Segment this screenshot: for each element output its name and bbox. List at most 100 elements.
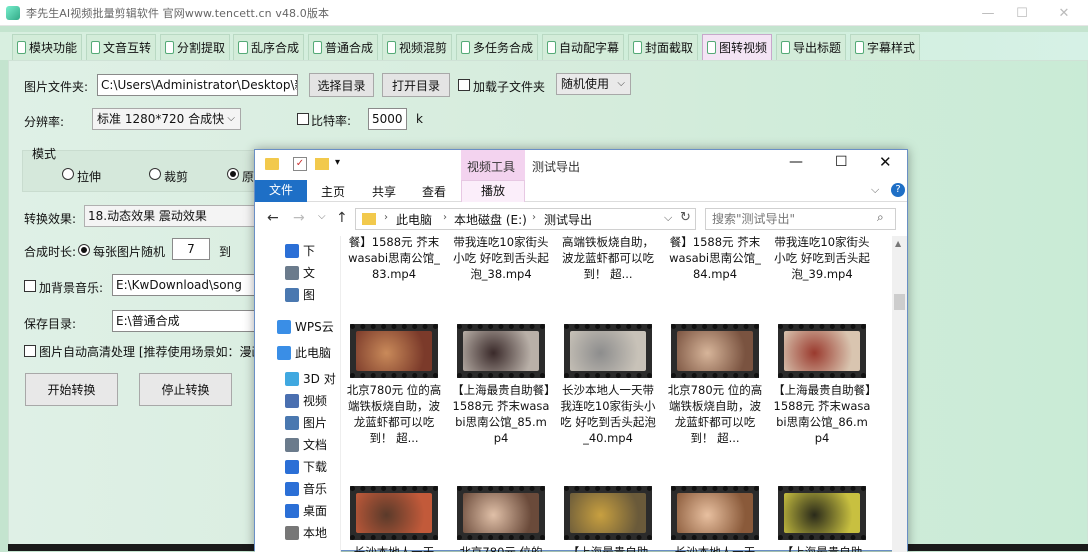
nav-item[interactable]: 下 xyxy=(285,242,315,259)
tab-2[interactable]: 文音互转 xyxy=(86,34,156,60)
nav-item[interactable]: 3D 对 xyxy=(285,370,336,387)
random-use-value: 随机使用 xyxy=(561,77,610,91)
ribbon-tab-home[interactable]: 主页 xyxy=(321,183,345,200)
nav-item[interactable]: 本地 xyxy=(285,524,327,541)
tab-5[interactable]: 普通合成 xyxy=(308,34,378,60)
new-folder-icon[interactable] xyxy=(315,158,329,170)
load-subfolder-checkbox[interactable] xyxy=(458,79,470,91)
ribbon-tab-file[interactable]: 文件 xyxy=(255,180,307,202)
explorer-title: 测试导出 xyxy=(532,160,581,174)
mode-crop-label: 裁剪 xyxy=(164,170,189,184)
help-icon[interactable]: ? xyxy=(891,183,905,197)
duration-from-input[interactable]: 7 xyxy=(172,238,210,260)
thumbnail-image xyxy=(463,493,539,533)
file-item[interactable]: 北京780元 位的高端铁板烧自助，波龙蓝虾都可以吃到！ 超... xyxy=(666,324,764,446)
nav-item[interactable]: 下载 xyxy=(285,458,327,475)
bitrate-checkbox[interactable] xyxy=(297,113,309,125)
file-item[interactable]: 长沙本地人一天带我连吃10家街头小吃 好吃到舌头起泡_40.mp4 xyxy=(559,324,657,446)
maximize-button[interactable]: ☐ xyxy=(1002,0,1042,26)
bitrate-input[interactable]: 5000 xyxy=(368,108,407,130)
start-convert-button[interactable]: 开始转换 xyxy=(25,373,118,406)
nav-item[interactable]: 文档 xyxy=(285,436,327,453)
file-name: 长沙本地人一天带我连吃10家街头小吃 好吃到舌头起泡_40.mp4 xyxy=(560,383,656,445)
resolution-select[interactable]: 标准 1280*720 合成快 ⌵ xyxy=(92,108,241,130)
address-bar[interactable]: › 此电脑 › 本地磁盘 (E:) › 测试导出 ⌵ ↻ xyxy=(355,208,696,230)
explorer-close-button[interactable]: ✕ xyxy=(879,153,892,171)
explorer-maximize-button[interactable]: ☐ xyxy=(835,154,848,170)
recent-locations-icon[interactable]: ⌵ xyxy=(318,211,326,222)
scroll-thumb[interactable] xyxy=(894,294,905,310)
video-thumbnail xyxy=(778,324,866,378)
nav-item[interactable]: 文 xyxy=(285,264,315,281)
ribbon-collapse-icon[interactable]: ⌵ xyxy=(871,183,879,197)
random-use-select[interactable]: 随机使用 ⌵ xyxy=(556,73,631,95)
file-item[interactable]: 长沙本地人一天 xyxy=(345,486,443,552)
tab-4[interactable]: 乱序合成 xyxy=(233,34,304,60)
nav-item-label: 视频 xyxy=(303,394,328,408)
file-item[interactable]: 长沙本地人一天 xyxy=(666,486,764,552)
back-arrow-icon[interactable]: ← xyxy=(267,210,279,226)
nav-item[interactable]: WPS云 xyxy=(277,318,334,335)
breadcrumb-drive[interactable]: 本地磁盘 (E:) xyxy=(454,211,527,228)
stop-convert-button[interactable]: 停止转换 xyxy=(139,373,232,406)
bgm-input[interactable]: E:\KwDownload\song xyxy=(112,274,262,296)
mode-original-radio[interactable] xyxy=(227,168,239,180)
nav-item[interactable]: 此电脑 xyxy=(277,344,331,361)
nav-item[interactable]: 图片 xyxy=(285,414,327,431)
ribbon-tab-share[interactable]: 共享 xyxy=(372,183,396,200)
nav-item[interactable]: 桌面 xyxy=(285,502,327,519)
save-dir-input[interactable]: E:\普通合成 xyxy=(112,310,262,332)
ribbon-tab-play[interactable]: 播放 xyxy=(461,180,525,202)
ribbon-tab-view[interactable]: 查看 xyxy=(422,183,446,200)
select-dir-button[interactable]: 选择目录 xyxy=(309,73,374,97)
breadcrumb-pc[interactable]: 此电脑 xyxy=(396,211,432,228)
nav-item[interactable]: 视频 xyxy=(285,392,327,409)
tab-11[interactable]: 导出标题 xyxy=(776,34,846,60)
file-item[interactable]: 【上海最贵自助餐】1588元 芥末wasabi思南公馆_86.mp4 xyxy=(773,324,871,446)
breadcrumb-folder[interactable]: 测试导出 xyxy=(544,211,592,228)
properties-icon[interactable]: ✓ xyxy=(293,157,307,171)
file-item[interactable]: 高端铁板烧自助，波龙蓝虾都可以吃到！ 超... xyxy=(559,236,657,282)
image-folder-input[interactable]: C:\Users\Administrator\Desktop\新 xyxy=(97,74,298,96)
bgm-checkbox[interactable] xyxy=(24,280,36,292)
search-input[interactable]: 搜索"测试导出" xyxy=(705,208,896,230)
file-grid-scrollbar[interactable]: ▲ xyxy=(892,236,907,552)
effect-select[interactable]: 18.动态效果 震动效果 xyxy=(84,205,264,227)
tab-7[interactable]: 多任务合成 xyxy=(456,34,538,60)
up-arrow-icon[interactable]: ↑ xyxy=(336,210,348,226)
file-item[interactable]: 带我连吃10家街头小吃 好吃到舌头起泡_39.mp4 xyxy=(773,236,871,282)
mode-crop-radio[interactable] xyxy=(149,168,161,180)
address-dropdown-icon[interactable]: ⌵ xyxy=(664,211,672,225)
tab-6[interactable]: 视频混剪 xyxy=(382,34,452,60)
nav-item[interactable]: 图 xyxy=(285,286,315,303)
shuffle-icon xyxy=(238,41,248,54)
quick-access-dropdown-icon[interactable]: ▾ xyxy=(335,157,340,168)
forward-arrow-icon[interactable]: → xyxy=(293,210,305,226)
context-tab-label: 视频工具 xyxy=(467,160,516,174)
duration-random-radio[interactable] xyxy=(78,244,90,256)
explorer-minimize-button[interactable]: — xyxy=(789,154,803,170)
file-item[interactable]: 【上海最贵自助 xyxy=(559,486,657,552)
refresh-icon[interactable]: ↻ xyxy=(680,210,691,225)
tab-3[interactable]: 分割提取 xyxy=(160,34,230,60)
file-item[interactable]: 餐】1588元 芥末wasabi思南公馆_84.mp4 xyxy=(666,236,764,282)
save-dir-label: 保存目录: xyxy=(24,317,77,331)
auto-hd-checkbox[interactable] xyxy=(24,345,36,357)
tab-10[interactable]: 图转视频 xyxy=(702,34,772,60)
file-item[interactable]: 【上海最贵自助 xyxy=(773,486,871,552)
file-item[interactable]: 带我连吃10家街头小吃 好吃到舌头起泡_38.mp4 xyxy=(452,236,550,282)
file-item[interactable]: 北京780元 位的高端铁板烧自助，波龙蓝虾都可以吃到！ 超... xyxy=(345,324,443,446)
file-item[interactable]: 餐】1588元 芥末wasabi思南公馆_83.mp4 xyxy=(345,236,443,282)
file-item[interactable]: 【上海最贵自助餐】1588元 芥末wasabi思南公馆_85.mp4 xyxy=(452,324,550,446)
tab-8[interactable]: 自动配字幕 xyxy=(542,34,624,60)
file-item[interactable]: 北京780元 位的 xyxy=(452,486,550,552)
tab-label: 多任务合成 xyxy=(472,41,533,55)
open-dir-button[interactable]: 打开目录 xyxy=(382,73,450,97)
tab-1[interactable]: 模块功能 xyxy=(12,34,82,60)
close-button[interactable]: ✕ xyxy=(1044,0,1084,26)
tab-9[interactable]: 封面截取 xyxy=(628,34,698,60)
mode-stretch-radio[interactable] xyxy=(62,168,74,180)
scroll-up-icon[interactable]: ▲ xyxy=(895,239,901,248)
tab-12[interactable]: 字幕样式 xyxy=(850,34,920,60)
nav-item[interactable]: 音乐 xyxy=(285,480,327,497)
